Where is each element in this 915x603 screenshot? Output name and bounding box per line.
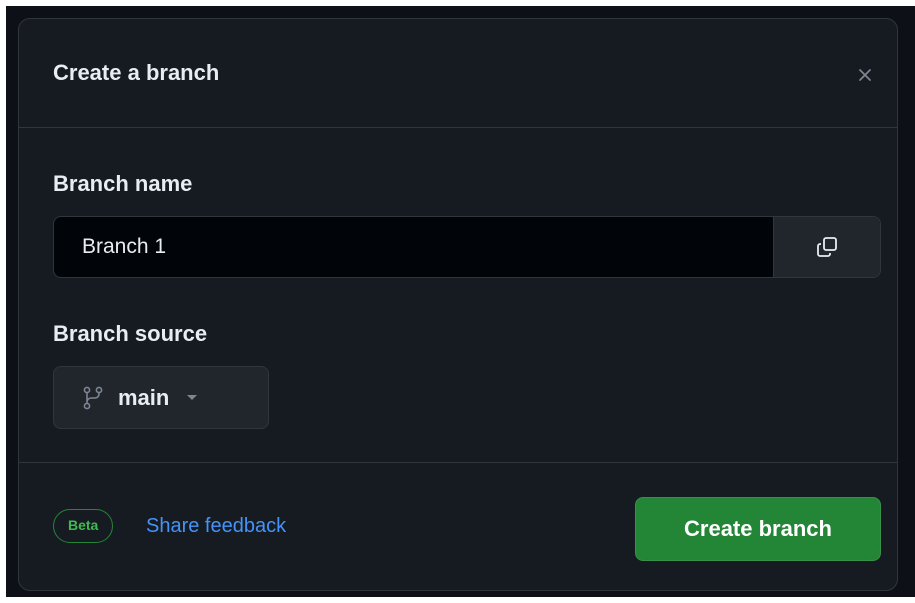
git-branch-icon bbox=[83, 386, 103, 409]
branch-name-input[interactable] bbox=[54, 217, 774, 277]
branch-name-label: Branch name bbox=[53, 171, 193, 196]
triangle-down-icon bbox=[187, 395, 198, 400]
copy-button[interactable] bbox=[773, 217, 880, 277]
branch-source-value: main bbox=[118, 384, 170, 410]
dialog-header: Create a branch bbox=[19, 19, 897, 128]
close-icon bbox=[859, 69, 871, 81]
branch-source-label: Branch source bbox=[53, 321, 208, 346]
dialog-footer: Beta Share feedback Create branch bbox=[19, 462, 897, 590]
copy-icon bbox=[817, 237, 837, 257]
share-feedback-link[interactable]: Share feedback bbox=[146, 515, 286, 538]
create-branch-button[interactable]: Create branch bbox=[635, 497, 881, 561]
dialog-body: Branch name Branch source main bbox=[53, 128, 881, 462]
branch-name-group bbox=[53, 216, 881, 278]
close-button[interactable] bbox=[847, 57, 883, 93]
branch-source-dropdown[interactable]: main bbox=[53, 366, 269, 429]
beta-badge: Beta bbox=[53, 509, 114, 543]
create-branch-dialog: Create a branch Branch name Branch sourc… bbox=[18, 18, 898, 591]
dialog-title: Create a branch bbox=[53, 60, 220, 85]
